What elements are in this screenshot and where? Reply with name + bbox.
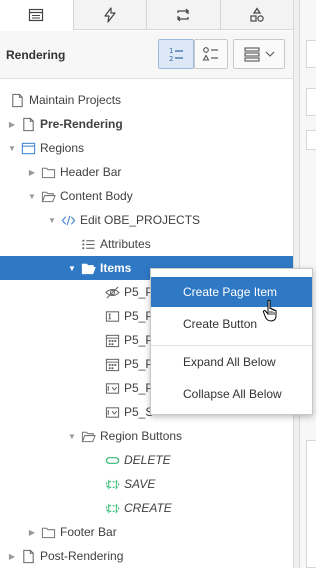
tree-view-button[interactable]: 12 <box>158 39 194 69</box>
processing-icon <box>177 8 190 21</box>
tree-node-label: CREATE <box>124 501 172 515</box>
expand-icon[interactable]: ▶ <box>6 544 18 568</box>
tree-node-label: Edit OBE_PROJECTS <box>80 213 201 227</box>
property-editor-field[interactable] <box>306 40 316 68</box>
expand-icon[interactable]: ▶ <box>26 160 38 184</box>
tree-node-button[interactable]: CREATE <box>0 496 293 520</box>
calendar-icon <box>104 332 120 348</box>
tree-node-label: Items <box>100 261 132 275</box>
hidden-eye-icon <box>104 284 120 300</box>
tree-node-label: P5_P <box>124 381 154 395</box>
calendar-icon <box>104 356 120 372</box>
component-view-button[interactable] <box>194 39 228 69</box>
button-icon <box>104 452 120 468</box>
tab-rendering[interactable] <box>0 0 74 31</box>
region-icon <box>20 140 36 156</box>
tree-node-label: Attributes <box>100 237 151 251</box>
lightning-icon <box>104 6 116 23</box>
expand-icon[interactable]: ▶ <box>6 112 18 136</box>
tree-node-label: P5_P <box>124 309 154 323</box>
display-menu-button[interactable] <box>233 39 285 69</box>
page-icon <box>20 116 36 132</box>
context-menu: Create Page Item Create Button Expand Al… <box>150 268 313 415</box>
folder-open-icon <box>40 188 56 204</box>
folder-icon <box>40 164 56 180</box>
tree-node-pre-rendering[interactable]: ▶ Pre-Rendering <box>0 112 293 136</box>
tree-node-label: SAVE <box>124 477 156 491</box>
tree-node-label: Post-Rendering <box>40 549 124 563</box>
tree-node-label: P5_P <box>124 333 154 347</box>
svg-text:2: 2 <box>169 55 173 63</box>
tree-node-label: P5_S <box>124 405 154 419</box>
numbered-list-icon: 12 <box>169 47 183 63</box>
tree-node-button[interactable]: SAVE <box>0 472 293 496</box>
expand-icon[interactable]: ▶ <box>26 520 38 544</box>
stack-icon <box>243 47 260 62</box>
hand-pointer-icon <box>262 299 277 322</box>
folder-icon <box>40 524 56 540</box>
folder-open-icon <box>80 428 96 444</box>
button-icon <box>104 500 120 516</box>
tab-dynamic-actions[interactable] <box>74 0 147 29</box>
tab-processing[interactable] <box>147 0 221 29</box>
tree-node-label: Footer Bar <box>60 525 117 539</box>
chevron-down-icon <box>265 51 274 57</box>
code-icon <box>60 212 76 228</box>
panel-title: Rendering <box>6 48 66 62</box>
shapes-list-icon <box>202 47 218 61</box>
rendering-tree-icon <box>29 8 44 22</box>
tree-node-content-body[interactable]: ▼ Content Body <box>0 184 293 208</box>
tree-node-region-buttons[interactable]: ▼ Region Buttons <box>0 424 293 448</box>
collapse-icon[interactable]: ▼ <box>46 208 58 232</box>
page-icon <box>20 548 36 564</box>
menu-item-create-page-item[interactable]: Create Page Item <box>151 277 312 307</box>
tab-bar <box>0 0 294 31</box>
collapse-icon[interactable]: ▼ <box>66 256 78 280</box>
menu-separator <box>151 345 312 346</box>
rendering-header: Rendering 12 <box>0 31 293 79</box>
button-icon <box>104 476 120 492</box>
svg-text:1: 1 <box>169 47 173 55</box>
tree-node-label: Pre-Rendering <box>40 117 123 131</box>
tree-node-header-bar[interactable]: ▶ Header Bar <box>0 160 293 184</box>
tree-node-page[interactable]: Maintain Projects <box>0 88 293 112</box>
text-field-icon <box>104 308 120 324</box>
property-editor-field[interactable] <box>306 130 316 150</box>
tree-node-label: Content Body <box>60 189 133 203</box>
shared-components-icon <box>250 6 264 22</box>
property-editor-field[interactable] <box>306 88 316 116</box>
menu-item-collapse-all-below[interactable]: Collapse All Below <box>151 379 312 409</box>
select-list-icon <box>104 380 120 396</box>
menu-item-create-button[interactable]: Create Button <box>151 309 312 339</box>
tree-node-attributes[interactable]: Attributes <box>0 232 293 256</box>
tree-node-label: Region Buttons <box>100 429 183 443</box>
tree-node-footer-bar[interactable]: ▶ Footer Bar <box>0 520 293 544</box>
tree-node-label: DELETE <box>124 453 171 467</box>
tree-node-label: Maintain Projects <box>29 93 122 107</box>
tree-node-edit-region[interactable]: ▼ Edit OBE_PROJECTS <box>0 208 293 232</box>
property-editor-field[interactable] <box>306 440 316 568</box>
tree-node-label: Header Bar <box>60 165 122 179</box>
page-icon <box>9 92 25 108</box>
tab-shared-components[interactable] <box>221 0 294 29</box>
tree-node-label: P5_P <box>124 357 154 371</box>
collapse-icon[interactable]: ▼ <box>66 424 78 448</box>
folder-open-icon <box>80 260 96 276</box>
list-icon <box>80 236 96 252</box>
tree-node-post-rendering[interactable]: ▶ Post-Rendering <box>0 544 293 568</box>
collapse-icon[interactable]: ▼ <box>26 184 38 208</box>
tree-node-label: P5_P <box>124 285 154 299</box>
tree-node-button[interactable]: DELETE <box>0 448 293 472</box>
select-list-icon <box>104 404 120 420</box>
menu-item-expand-all-below[interactable]: Expand All Below <box>151 347 312 377</box>
tree-node-regions[interactable]: ▼ Regions <box>0 136 293 160</box>
collapse-icon[interactable]: ▼ <box>6 136 18 160</box>
tree-node-label: Regions <box>40 141 85 155</box>
